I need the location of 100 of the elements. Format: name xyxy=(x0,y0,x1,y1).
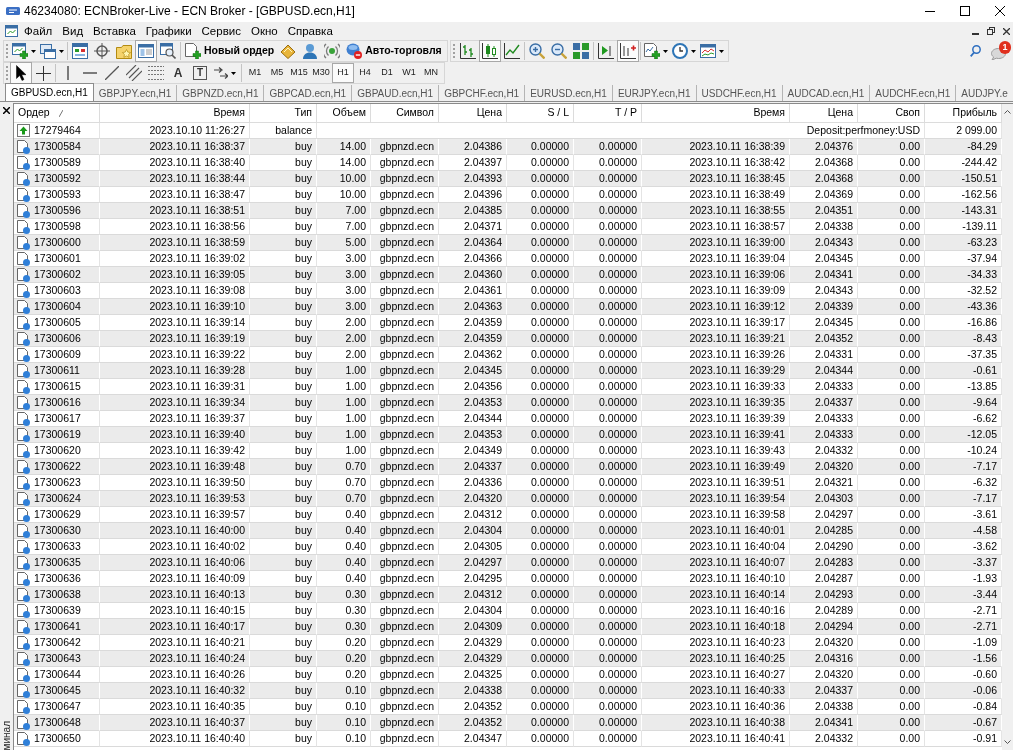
timeframe-button[interactable]: M30 xyxy=(310,63,332,83)
order-cell[interactable]: 17300584 xyxy=(14,139,100,155)
scroll-up-icon[interactable] xyxy=(1004,110,1011,114)
menu-item[interactable]: Файл xyxy=(19,22,58,40)
timeframe-button[interactable]: M15 xyxy=(288,63,310,83)
chart-tab[interactable]: GBPCHF.ecn,H1 xyxy=(439,85,526,101)
order-cell[interactable]: 17300596 xyxy=(14,203,100,219)
maximize-icon[interactable] xyxy=(960,6,970,16)
table-cell: 2023.10.11 16:38:56 xyxy=(100,219,250,235)
menu-item[interactable]: Сервис xyxy=(196,22,246,40)
order-number: 17300650 xyxy=(34,730,81,746)
order-cell[interactable]: 17300611 xyxy=(14,363,100,379)
timeframe-button[interactable]: H4 xyxy=(354,63,376,83)
order-cell[interactable]: 17300592 xyxy=(14,171,100,187)
toolbar-button[interactable] xyxy=(10,62,32,84)
timeframe-button[interactable]: M1 xyxy=(244,63,266,83)
restore-icon[interactable] xyxy=(987,27,995,35)
timeframe-button[interactable]: H1 xyxy=(332,63,354,83)
order-cell[interactable]: 17300624 xyxy=(14,491,100,507)
order-cell[interactable]: 17300645 xyxy=(14,683,100,699)
table-cell: 2.04320 xyxy=(790,459,858,475)
order-cell[interactable]: 17300604 xyxy=(14,299,100,315)
toolbar-button[interactable] xyxy=(478,40,501,62)
table-cell: gbpnzd.ecn xyxy=(371,731,439,747)
chart-tab[interactable]: GBPJPY.ecn,H1 xyxy=(93,85,178,101)
timeframe-button[interactable]: W1 xyxy=(398,63,420,83)
chart-tab[interactable]: GBPAUD.ecn,H1 xyxy=(352,85,440,101)
order-cell[interactable]: 17300606 xyxy=(14,331,100,347)
table-cell: 2023.10.11 16:40:36 xyxy=(642,699,790,715)
close-icon[interactable] xyxy=(1003,27,1010,35)
column-header[interactable]: Цена xyxy=(790,104,858,123)
menu-item[interactable]: Графики xyxy=(140,22,197,40)
chart-tab[interactable]: AUDJPY.e xyxy=(956,85,1013,101)
order-cell[interactable]: 17300650 xyxy=(14,731,100,747)
menu-item[interactable]: Вставка xyxy=(88,22,141,40)
menu-item[interactable]: Окно xyxy=(245,22,283,40)
column-header[interactable]: Ордер xyxy=(14,104,100,123)
order-cell[interactable]: 17300619 xyxy=(14,427,100,443)
close-icon[interactable] xyxy=(3,107,10,114)
document-chart-plus-icon xyxy=(643,43,660,59)
table-cell: gbpnzd.ecn xyxy=(371,299,439,315)
table-cell: 2.04290 xyxy=(790,539,858,555)
toolbar-button[interactable]: A xyxy=(167,62,189,84)
toolbar-button[interactable]: Авто-торговля xyxy=(343,40,445,62)
search-icon[interactable] xyxy=(970,45,981,57)
column-header[interactable]: Время xyxy=(642,104,790,123)
chart-tab[interactable]: USDCHF.ecn,H1 xyxy=(696,85,783,101)
order-cell[interactable]: 17300648 xyxy=(14,715,100,731)
order-cell[interactable]: 17300643 xyxy=(14,651,100,667)
order-cell[interactable]: 17300638 xyxy=(14,587,100,603)
order-cell[interactable]: 17300641 xyxy=(14,619,100,635)
column-header[interactable]: Тип xyxy=(250,104,317,123)
order-cell[interactable]: 17300622 xyxy=(14,459,100,475)
menu-item[interactable]: Вид xyxy=(57,22,89,40)
table-cell: gbpnzd.ecn xyxy=(371,251,439,267)
order-cell[interactable]: 17300600 xyxy=(14,235,100,251)
table-cell: 2.04333 xyxy=(790,379,858,395)
menu-item[interactable]: Справка xyxy=(282,22,338,40)
order-number: 17300603 xyxy=(34,282,81,298)
table-cell: 2023.10.11 16:39:41 xyxy=(642,427,790,443)
order-cell[interactable]: 17300630 xyxy=(14,523,100,539)
scroll-down-icon[interactable] xyxy=(1004,740,1011,744)
chart-tab[interactable]: GBPNZD.ecn,H1 xyxy=(177,85,265,101)
minimize-icon[interactable] xyxy=(925,10,935,12)
table-cell: 0.00000 xyxy=(507,571,574,587)
chart-tab[interactable]: GBPCAD.ecn,H1 xyxy=(264,85,353,101)
chart-tab[interactable]: AUDCHF.ecn,H1 xyxy=(870,85,957,101)
column-header[interactable]: Цена xyxy=(439,104,507,123)
chart-tab[interactable]: EURUSD.ecn,H1 xyxy=(525,85,613,101)
vertical-scrollbar[interactable] xyxy=(1002,104,1013,750)
timeframe-button[interactable]: D1 xyxy=(376,63,398,83)
toolbar-button[interactable] xyxy=(123,62,145,84)
toolbar-button[interactable]: Новый ордер xyxy=(182,40,278,62)
table-cell: gbpnzd.ecn xyxy=(371,219,439,235)
column-header[interactable]: Своп xyxy=(858,104,925,123)
column-header[interactable]: Объем xyxy=(317,104,371,123)
order-cell[interactable]: 17300635 xyxy=(14,555,100,571)
toolbar-button[interactable] xyxy=(616,40,639,62)
window-magnifier-icon xyxy=(160,43,176,59)
timeframe-button[interactable]: M5 xyxy=(266,63,288,83)
chart-window-icon[interactable] xyxy=(5,25,18,37)
toolbar-button[interactable] xyxy=(157,40,179,62)
chart-tab[interactable]: GBPUSD.ecn,H1 xyxy=(5,83,94,101)
table-cell: 0.00 xyxy=(858,203,925,219)
column-header[interactable]: Прибыль xyxy=(925,104,1002,123)
order-cell[interactable]: 17300602 xyxy=(14,267,100,283)
toolbar-button[interactable]: T xyxy=(193,66,207,80)
toolbar-button[interactable] xyxy=(91,40,113,62)
table-cell: buy xyxy=(250,731,317,747)
column-header[interactable]: T / P xyxy=(574,104,642,123)
column-header[interactable]: Время xyxy=(100,104,250,123)
order-cell[interactable]: 17300616 xyxy=(14,395,100,411)
table-cell: 0.00 xyxy=(858,603,925,619)
column-header[interactable]: Символ xyxy=(371,104,439,123)
table-cell: 2.04337 xyxy=(439,459,507,475)
timeframe-button[interactable]: MN xyxy=(420,63,442,83)
close-icon[interactable] xyxy=(995,6,1005,16)
chart-tab[interactable]: EURJPY.ecn,H1 xyxy=(612,85,697,101)
column-header[interactable]: S / L xyxy=(507,104,574,123)
chart-tab[interactable]: AUDCAD.ecn,H1 xyxy=(782,85,871,101)
